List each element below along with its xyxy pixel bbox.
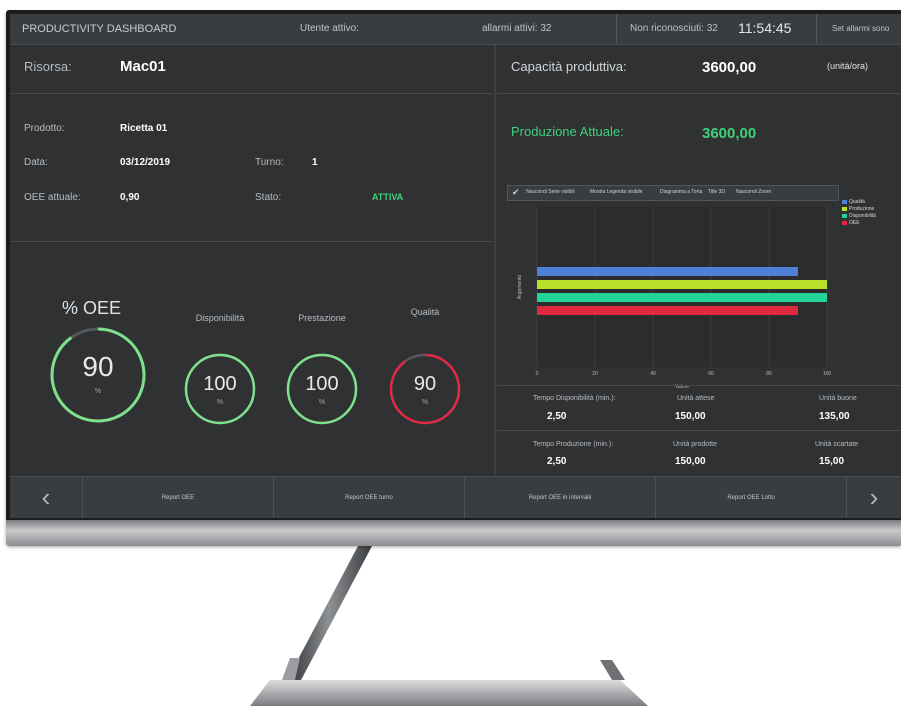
legend-swatch <box>842 220 847 225</box>
chart-xtick-label: 20 <box>592 371 598 377</box>
chart-legend: Qualità Produzione Disponibilità OEE <box>842 199 897 227</box>
chart-bar-1 <box>537 267 798 276</box>
unita-scartate-label: Unità scartate <box>815 441 859 448</box>
unita-prodotte-value: 150,00 <box>675 456 706 467</box>
title-bar: PRODUCTIVITY DASHBOARD Utente attivo: al… <box>10 14 901 45</box>
chart-xtick-label: 80 <box>766 371 772 377</box>
legend-swatch <box>842 206 847 211</box>
unita-scartate-value: 15,00 <box>819 456 845 467</box>
risorsa-label: Risorsa: <box>24 59 72 74</box>
produzione-value: 3600,00 <box>702 125 757 142</box>
tempo-prod-value: 2,50 <box>547 456 567 467</box>
nav-report-oee[interactable]: Report OEE <box>83 477 274 518</box>
toolbar-3d[interactable]: Title 3D <box>708 189 725 195</box>
oee-attuale-value: 0,90 <box>120 192 140 203</box>
prodotto-value: Ricetta 01 <box>120 123 168 134</box>
legend-swatch <box>842 213 847 218</box>
unita-attese-value: 150,00 <box>675 411 706 422</box>
toolbar-hide-series[interactable]: Nascondi Serie visibili <box>526 189 575 195</box>
capacita-label: Capacità produttiva: <box>511 59 627 74</box>
chart-bar-2 <box>537 280 827 289</box>
toolbar-show-legend[interactable]: Mostra Legenda visibile <box>590 189 643 195</box>
check-icon[interactable]: ✔ <box>512 187 520 198</box>
tempo-disp-value: 2,50 <box>547 411 567 422</box>
oee-gauge-value: 90 <box>82 351 114 382</box>
legend-label: Qualità <box>849 199 865 205</box>
dashboard-title: PRODUCTIVITY DASHBOARD <box>22 23 177 35</box>
legend-entry: Qualità <box>842 199 897 206</box>
prestazione-value: 100 <box>305 373 339 395</box>
report-nav: ‹ Report OEE Report OEE turno Report OEE… <box>10 476 901 518</box>
legend-entry: OEE <box>842 220 897 227</box>
oee-gauge-unit: % <box>94 388 102 395</box>
nav-report-oee-turno[interactable]: Report OEE turno <box>274 477 465 518</box>
legend-entry: Disponibilità <box>842 213 897 220</box>
disponibilita-value: 100 <box>203 373 237 395</box>
oee-bar-chart: 0 20 40 60 80 100 Valore Argomento <box>517 207 832 390</box>
oee-attuale-label: OEE attuale: <box>24 192 81 203</box>
resource-panel: Risorsa: Mac01 Prodotto: Ricetta 01 Data… <box>10 45 493 475</box>
nav-report-oee-lotto[interactable]: Report OEE Lotto <box>656 477 847 518</box>
nav-next-button[interactable]: › <box>847 477 901 518</box>
chart-xtick-label: 100 <box>823 371 832 377</box>
legend-label: OEE <box>849 220 860 226</box>
panel-divider <box>494 45 496 475</box>
legend-swatch <box>842 199 847 204</box>
prodotto-label: Prodotto: <box>24 123 65 134</box>
legend-label: Disponibilità <box>849 213 876 219</box>
legend-entry: Produzione <box>842 206 897 213</box>
chart-xtick-label: 40 <box>650 371 656 377</box>
produzione-label: Produzione Attuale: <box>511 124 624 139</box>
qualita-unit: % <box>421 399 429 406</box>
capacita-value: 3600,00 <box>702 59 757 76</box>
risorsa-value: Mac01 <box>120 58 166 75</box>
unita-prodotte-label: Unità prodotte <box>673 441 717 448</box>
unita-buone-label: Unità buone <box>819 395 857 402</box>
monitor-chin <box>6 520 901 546</box>
nav-report-oee-intervalli[interactable]: Report OEE in intervalli <box>465 477 656 518</box>
chart-bar-3 <box>537 293 827 302</box>
disponibilita-title: Disponibilità <box>195 313 245 323</box>
chart-bar-4 <box>537 306 798 315</box>
legend-label: Produzione <box>849 206 875 212</box>
chart-xtick-label: 0 <box>536 371 539 377</box>
disponibilita-unit: % <box>216 399 224 406</box>
chart-ylabel: Argomento <box>517 275 523 300</box>
toolbar-pie[interactable]: Diagramma a Torta <box>660 189 702 195</box>
chart-xtick-label: 60 <box>708 371 714 377</box>
turno-label: Turno: <box>255 157 284 168</box>
oee-gauge-title: % OEE <box>62 298 122 318</box>
data-label: Data: <box>24 157 48 168</box>
unita-attese-label: Unità attese <box>677 395 715 402</box>
toolbar-zoom[interactable]: Nascondi Zoom <box>736 189 771 195</box>
chevron-left-icon: ‹ <box>41 482 51 512</box>
active-alarms[interactable]: allarmi attivi: 32 <box>482 23 551 34</box>
prestazione-unit: % <box>318 399 326 406</box>
qualita-value: 90 <box>413 373 437 395</box>
stato-value: ATTIVA <box>372 192 404 202</box>
qualita-title: Qualità <box>410 307 440 317</box>
capacita-unit: (unità/ora) <box>827 61 869 71</box>
chevron-right-icon: › <box>869 482 879 512</box>
nav-prev-button[interactable]: ‹ <box>10 477 83 518</box>
qualita-gauge: 90 % <box>388 352 462 426</box>
chart-toolbar: ✔ Nascondi Serie visibili Mostra Legenda… <box>507 185 839 201</box>
clock: 11:54:45 <box>738 20 792 36</box>
oee-gauge: 90 % <box>48 325 148 425</box>
stato-label: Stato: <box>255 192 282 203</box>
active-user: Utente attivo: <box>300 23 359 34</box>
unacknowledged-alarms[interactable]: Non riconosciuti: 32 <box>630 23 718 34</box>
monitor-stand <box>0 540 901 706</box>
prestazione-title: Prestazione <box>298 313 346 323</box>
data-value: 03/12/2019 <box>120 157 171 168</box>
turno-value: 1 <box>312 157 318 168</box>
dashboard-screen: PRODUCTIVITY DASHBOARD Utente attivo: al… <box>10 14 901 518</box>
tempo-prod-label: Tempo Produzione (min.): <box>533 441 614 448</box>
disponibilita-gauge: 100 % <box>183 352 257 426</box>
tempo-disp-label: Tempo Disponibilità (min.): <box>533 395 616 402</box>
prestazione-gauge: 100 % <box>285 352 359 426</box>
production-panel: Capacità produttiva: 3600,00 (unità/ora)… <box>497 45 901 475</box>
unita-buone-value: 135,00 <box>819 411 850 422</box>
alarm-settings[interactable]: Set allarmi sono <box>832 24 889 33</box>
